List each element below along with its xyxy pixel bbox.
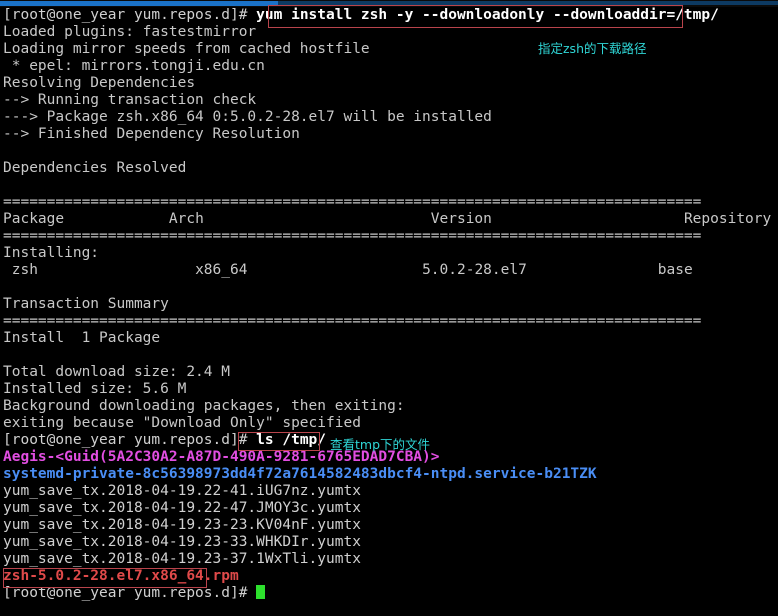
cell-arch: x86_64 <box>195 262 248 278</box>
cell-package: zsh <box>11 262 38 278</box>
command-ls-tmp: ls /tmp/ <box>247 432 327 448</box>
pad <box>527 262 658 278</box>
cell-repository: base <box>657 262 693 278</box>
table-section-installing: Installing: <box>0 245 778 262</box>
summary-background-download: Background downloading packages, then ex… <box>0 398 778 415</box>
running-transaction-check-text: --> Running transaction check <box>3 92 257 108</box>
pad <box>247 585 256 601</box>
terminal-line-mirror-speeds: Loading mirror speeds from cached hostfi… <box>0 41 778 58</box>
transaction-summary-title: Transaction Summary <box>0 296 778 313</box>
ls-entry-yumtx-4: yum_save_tx.2018-04-19.23-33.WHKDIr.yumt… <box>3 534 361 550</box>
total-download-size-text: Total download size: 2.4 M <box>3 364 230 380</box>
dependencies-resolved-text: Dependencies Resolved <box>3 160 187 176</box>
background-downloading-text: Background downloading packages, then ex… <box>3 398 405 414</box>
ls-entry-systemd-private: systemd-private-8c56398973dd4f72a7614582… <box>3 466 597 482</box>
table-header-row: Package Arch Version Repository Size <box>0 211 778 228</box>
pad <box>771 211 778 227</box>
summary-separator: ========================================… <box>0 313 778 330</box>
shell-prompt: [root@one_year yum.repos.d]# <box>3 432 248 448</box>
pad <box>693 262 778 278</box>
column-header-repository: Repository <box>683 211 772 227</box>
list-item: yum_save_tx.2018-04-19.23-33.WHKDIr.yumt… <box>0 534 778 551</box>
column-header-arch: Arch <box>168 211 204 227</box>
terminal-line-command-install: [root@one_year yum.repos.d]# yum install… <box>0 7 778 24</box>
table-separator-bottom: ========================================… <box>0 228 778 245</box>
finished-resolution-text: --> Finished Dependency Resolution <box>3 126 300 142</box>
summary-exiting-reason: exiting because "Download Only" specifie… <box>0 415 778 432</box>
column-header-version: Version <box>430 211 492 227</box>
terminal-line-finished: --> Finished Dependency Resolution <box>0 126 778 143</box>
pad <box>492 211 684 227</box>
exiting-because-text: exiting because "Download Only" specifie… <box>3 415 361 431</box>
list-item: yum_save_tx.2018-04-19.22-41.iUG7nz.yumt… <box>0 483 778 500</box>
shell-prompt: [root@one_year yum.repos.d]# <box>3 7 248 23</box>
list-item: yum_save_tx.2018-04-19.23-37.1WxTli.yumt… <box>0 551 778 568</box>
separator-equals: ========================================… <box>3 228 702 244</box>
separator-equals: ========================================… <box>3 194 702 210</box>
pad <box>204 211 431 227</box>
install-package-count-text: Install 1 Package <box>3 330 161 346</box>
transaction-summary-label: Transaction Summary <box>3 296 169 312</box>
summary-install-count: Install 1 Package <box>0 330 778 347</box>
terminal-line-package: ---> Package zsh.x86_64 0:5.0.2-28.el7 w… <box>0 109 778 126</box>
terminal-line-epel: * epel: mirrors.tongji.edu.cn <box>0 58 778 75</box>
summary-installed-size: Installed size: 5.6 M <box>0 381 778 398</box>
terminal-line-dependencies-resolved: Dependencies Resolved <box>0 160 778 177</box>
list-item: Aegis-<Guid(5A2C30A2-A87D-490A-9281-6765… <box>0 449 778 466</box>
ls-entry-aegis: Aegis-<Guid(5A2C30A2-A87D-490A-9281-6765… <box>3 449 440 465</box>
installed-size-text: Installed size: 5.6 M <box>3 381 187 397</box>
table-row: zsh x86_64 5.0.2-28.el7 base 2.4 M <box>0 262 778 279</box>
command-yum-install: yum install zsh -y --downloadonly --down… <box>247 7 719 23</box>
terminal-window: [root@one_year yum.repos.d]# yum install… <box>0 0 778 616</box>
resolving-dependencies-text: Resolving Dependencies <box>3 75 196 91</box>
terminal-line-running-check: --> Running transaction check <box>0 92 778 109</box>
terminal-screen[interactable]: [root@one_year yum.repos.d]# yum install… <box>0 7 778 616</box>
epel-mirror-text: * epel: mirrors.tongji.edu.cn <box>3 58 265 74</box>
shell-prompt: [root@one_year yum.repos.d]# <box>3 585 248 601</box>
loaded-plugins-text: Loaded plugins: fastestmirror <box>3 24 257 40</box>
ls-entry-zsh-rpm: zsh-5.0.2-28.el7.x86_64.rpm <box>3 568 239 584</box>
list-item: yum_save_tx.2018-04-19.23-23.KV04nF.yumt… <box>0 517 778 534</box>
terminal-line-final-prompt: [root@one_year yum.repos.d]# <box>0 585 778 602</box>
cell-version: 5.0.2-28.el7 <box>422 262 527 278</box>
pad <box>247 262 422 278</box>
list-item: zsh-5.0.2-28.el7.x86_64.rpm <box>0 568 778 585</box>
pad <box>64 211 169 227</box>
column-header-package: Package <box>3 211 65 227</box>
summary-total-download: Total download size: 2.4 M <box>0 364 778 381</box>
terminal-line-resolving: Resolving Dependencies <box>0 75 778 92</box>
window-top-bar <box>0 0 778 7</box>
text-cursor <box>256 585 266 599</box>
separator-equals: ========================================… <box>3 313 702 329</box>
list-item: yum_save_tx.2018-04-19.22-47.JMOY3c.yumt… <box>0 500 778 517</box>
installing-label: Installing: <box>3 245 100 261</box>
terminal-line-plugins: Loaded plugins: fastestmirror <box>0 24 778 41</box>
top-bar-track <box>278 1 778 5</box>
list-item: systemd-private-8c56398973dd4f72a7614582… <box>0 466 778 483</box>
package-will-be-installed-text: ---> Package zsh.x86_64 0:5.0.2-28.el7 w… <box>3 109 492 125</box>
terminal-line-command-ls: [root@one_year yum.repos.d]# ls /tmp/ <box>0 432 778 449</box>
mirror-speeds-text: Loading mirror speeds from cached hostfi… <box>3 41 370 57</box>
ls-entry-yumtx-2: yum_save_tx.2018-04-19.22-47.JMOY3c.yumt… <box>3 500 361 516</box>
table-separator-top: ========================================… <box>0 194 778 211</box>
top-bar-highlight <box>0 1 278 6</box>
pad <box>38 262 195 278</box>
ls-entry-yumtx-5: yum_save_tx.2018-04-19.23-37.1WxTli.yumt… <box>3 551 361 567</box>
pad <box>3 262 12 278</box>
ls-entry-yumtx-3: yum_save_tx.2018-04-19.23-23.KV04nF.yumt… <box>3 517 361 533</box>
ls-entry-yumtx-1: yum_save_tx.2018-04-19.22-41.iUG7nz.yumt… <box>3 483 361 499</box>
